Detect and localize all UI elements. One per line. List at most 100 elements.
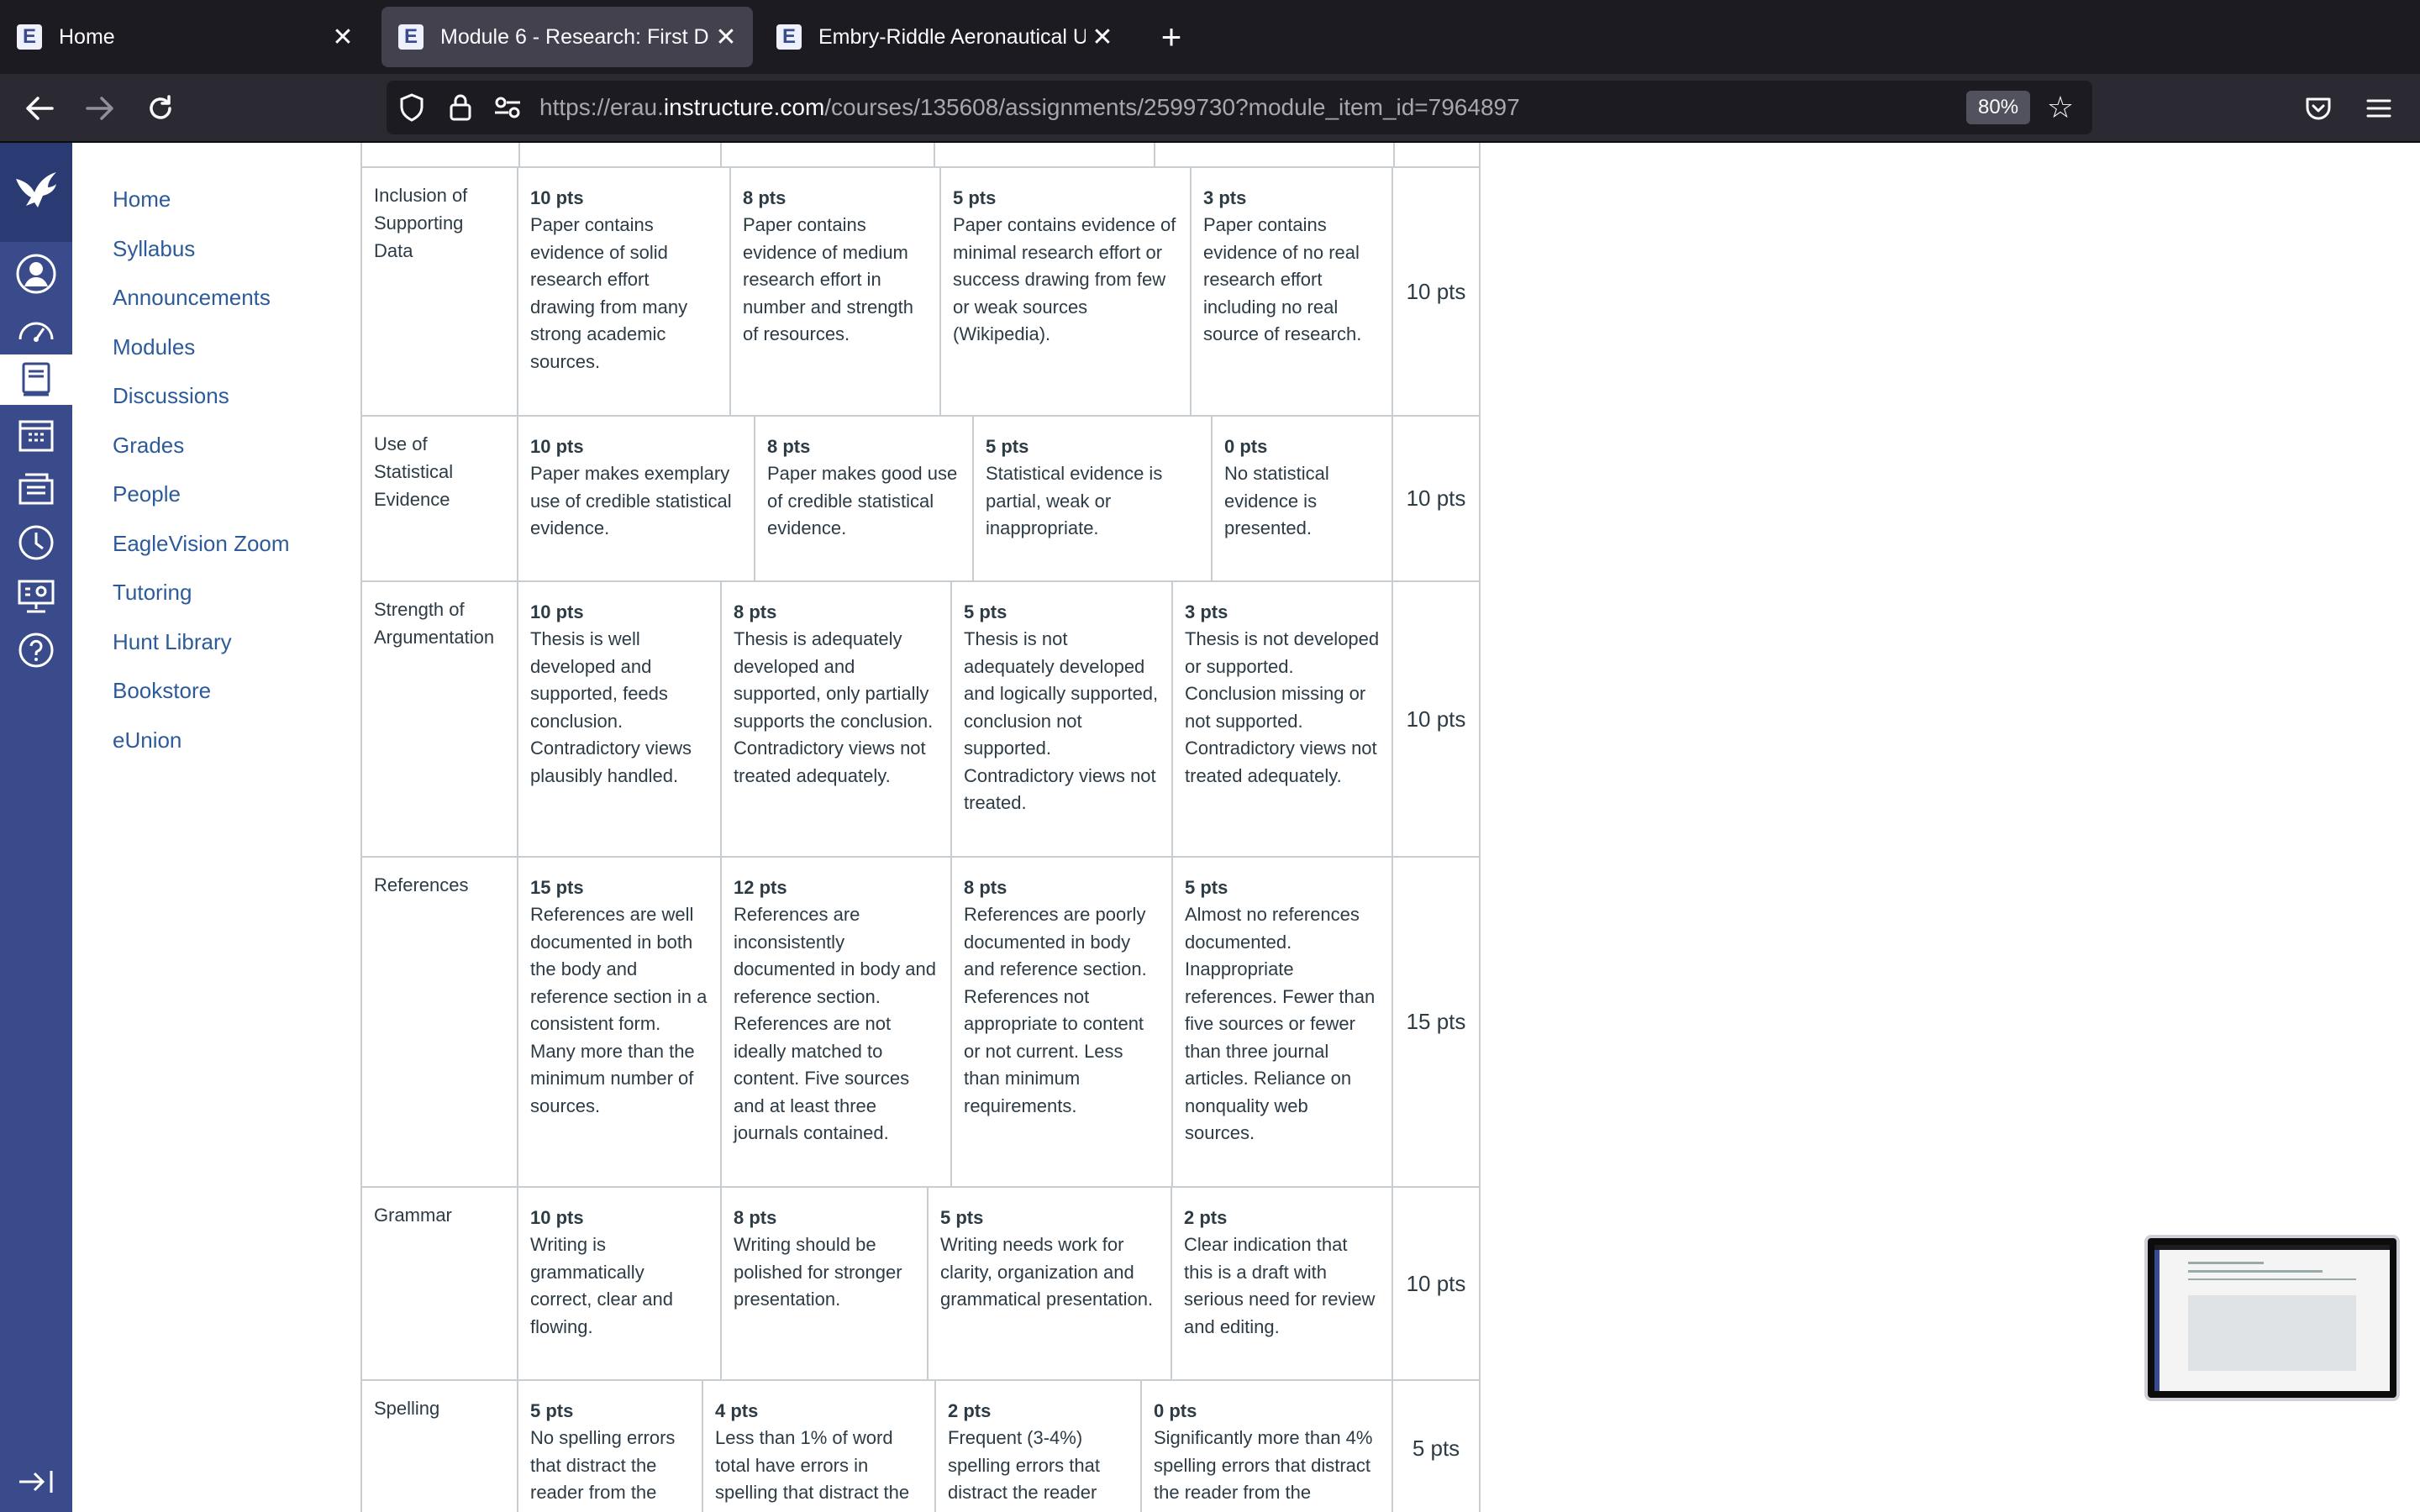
forward-icon[interactable] — [79, 87, 121, 129]
courses-icon[interactable] — [0, 354, 72, 405]
rating-description: No spelling errors that distract the rea… — [530, 1427, 676, 1503]
rubric-row: References 15 pts References are well doc… — [360, 858, 1481, 1188]
rating-points: 12 pts — [734, 877, 787, 898]
course-nav-tutoring[interactable]: Tutoring — [113, 580, 192, 606]
course-nav-eunion[interactable]: eUnion — [113, 727, 182, 753]
rating-description: Clear indication that this is a draft wi… — [1184, 1234, 1376, 1337]
canvas-favicon-icon: E — [398, 24, 424, 50]
help-icon[interactable] — [0, 625, 72, 675]
lock-icon[interactable] — [444, 91, 477, 124]
bookmark-star-icon[interactable]: ☆ — [2042, 89, 2079, 126]
rating-points: 8 pts — [743, 187, 786, 208]
rating-points: 8 pts — [964, 877, 1007, 898]
criterion-points: 10 pts — [1393, 168, 1481, 415]
rating-points: 2 pts — [948, 1400, 992, 1421]
rating-points: 10 pts — [530, 436, 584, 457]
rating-cell: 5 pts No spelling errors that distract th… — [518, 1381, 703, 1512]
rating-points: 5 pts — [530, 1400, 574, 1421]
rating-cell: 10 pts Thesis is well developed and suppo… — [518, 582, 722, 856]
rating-points: 3 pts — [1185, 601, 1228, 622]
tab-module-6[interactable]: E Module 6 - Research: First Draft ✕ — [381, 7, 753, 67]
inbox-icon[interactable] — [0, 464, 72, 514]
close-tab-icon[interactable]: ✕ — [1086, 20, 1119, 54]
new-tab-icon[interactable]: + — [1151, 17, 1192, 57]
zoom-level-button[interactable]: 80% — [1966, 91, 2031, 124]
rubric-row: Grammar 10 pts Writing is grammatically c… — [360, 1188, 1481, 1381]
tab-title: Embry-Riddle Aeronautical University — [818, 24, 1086, 49]
close-tab-icon[interactable]: ✕ — [709, 20, 743, 54]
url-prefix: https://erau. — [539, 94, 664, 120]
course-nav-discussions[interactable]: Discussions — [113, 383, 229, 409]
reload-icon[interactable] — [139, 87, 182, 129]
rubric-previous-row-end — [360, 143, 1481, 168]
rating-cell: 0 pts Significantly more than 4% spelling… — [1142, 1381, 1393, 1512]
thumbnail-preview — [2154, 1245, 2390, 1391]
rating-cell: 5 pts Paper contains evidence of minimal … — [941, 168, 1192, 415]
rating-cell: 0 pts No statistical evidence is presente… — [1213, 417, 1393, 580]
eagle-logo-icon[interactable] — [0, 143, 72, 242]
rating-points: 5 pts — [986, 436, 1029, 457]
rating-points: 5 pts — [1185, 877, 1228, 898]
rating-points: 0 pts — [1224, 436, 1268, 457]
back-icon[interactable] — [18, 87, 60, 129]
screenshot-thumbnail[interactable] — [2144, 1235, 2400, 1401]
browser-tab-bar: E Home ✕ E Module 6 - Research: First Dr… — [0, 0, 2420, 74]
browser-toolbar: https://erau.instructure.com/courses/135… — [0, 74, 2420, 143]
rating-points: 10 pts — [530, 601, 584, 622]
rating-cell: 5 pts Thesis is not adequately developed … — [952, 582, 1173, 856]
criterion-description: Grammar — [360, 1188, 518, 1379]
rating-points: 3 pts — [1203, 187, 1247, 208]
rating-points: 4 pts — [715, 1400, 759, 1421]
rating-points: 5 pts — [964, 601, 1007, 622]
tab-embry-riddle[interactable]: E Embry-Riddle Aeronautical University ✕ — [760, 7, 1129, 67]
collapse-nav-icon[interactable] — [15, 1465, 57, 1499]
criterion-points: 10 pts — [1393, 582, 1481, 856]
criterion-description: References — [360, 858, 518, 1186]
canvas-favicon-icon: E — [776, 24, 802, 50]
rating-description: Thesis is not developed or supported. Co… — [1185, 628, 1380, 786]
rating-description: Almost no references documented. Inappro… — [1185, 904, 1376, 1143]
rating-description: References are inconsistently documented… — [734, 904, 936, 1143]
course-nav-home[interactable]: Home — [113, 186, 171, 213]
course-nav-eaglevision-zoom[interactable]: EagleVision Zoom — [113, 531, 290, 557]
rating-description: Less than 1% of word total have errors i… — [715, 1427, 910, 1503]
tab-home[interactable]: E Home ✕ — [0, 7, 370, 67]
rubric-row: Spelling 5 pts No spelling errors that di… — [360, 1381, 1481, 1512]
address-bar[interactable]: https://erau.instructure.com/courses/135… — [387, 81, 2092, 134]
rating-cell: 8 pts Writing should be polished for stro… — [722, 1188, 929, 1379]
history-icon[interactable] — [0, 517, 72, 568]
tracking-shield-icon[interactable] — [395, 91, 429, 124]
pocket-icon[interactable] — [2297, 87, 2339, 129]
account-icon[interactable] — [0, 249, 72, 299]
commons-icon[interactable] — [0, 571, 72, 622]
course-nav-people[interactable]: People — [113, 481, 181, 507]
dashboard-icon[interactable] — [0, 304, 72, 354]
rating-description: Thesis is well developed and supported, … — [530, 628, 692, 786]
menu-icon[interactable] — [2358, 87, 2400, 129]
site-permissions-icon[interactable] — [491, 91, 524, 124]
rating-cell: 12 pts References are inconsistently docu… — [722, 858, 952, 1186]
course-nav-bookstore[interactable]: Bookstore — [113, 678, 211, 704]
rating-cell: 3 pts Thesis is not developed or supporte… — [1173, 582, 1393, 856]
course-nav-modules[interactable]: Modules — [113, 334, 195, 360]
rating-points: 0 pts — [1154, 1400, 1197, 1421]
rating-points: 8 pts — [734, 601, 777, 622]
rating-description: Writing needs work for clarity, organiza… — [940, 1234, 1154, 1310]
course-nav-announcements[interactable]: Announcements — [113, 285, 271, 311]
rating-points: 10 pts — [530, 1207, 584, 1228]
criterion-description: Use of Statistical Evidence — [360, 417, 518, 580]
rating-points: 5 pts — [953, 187, 997, 208]
canvas-favicon-icon: E — [17, 24, 42, 50]
rating-description: References are poorly documented in body… — [964, 904, 1147, 1116]
url-text[interactable]: https://erau.instructure.com/courses/135… — [539, 94, 1520, 121]
course-nav-hunt-library[interactable]: Hunt Library — [113, 629, 232, 655]
rating-cell: 3 pts Paper contains evidence of no real … — [1192, 168, 1393, 415]
rating-description: References are well documented in both t… — [530, 904, 708, 1116]
criterion-points: 5 pts — [1393, 1381, 1481, 1512]
rating-description: Paper makes exemplary use of credible st… — [530, 463, 732, 538]
close-tab-icon[interactable]: ✕ — [326, 20, 360, 54]
course-nav-syllabus[interactable]: Syllabus — [113, 236, 195, 262]
course-nav-grades[interactable]: Grades — [113, 433, 184, 459]
calendar-icon[interactable] — [0, 410, 72, 460]
rating-points: 8 pts — [767, 436, 811, 457]
